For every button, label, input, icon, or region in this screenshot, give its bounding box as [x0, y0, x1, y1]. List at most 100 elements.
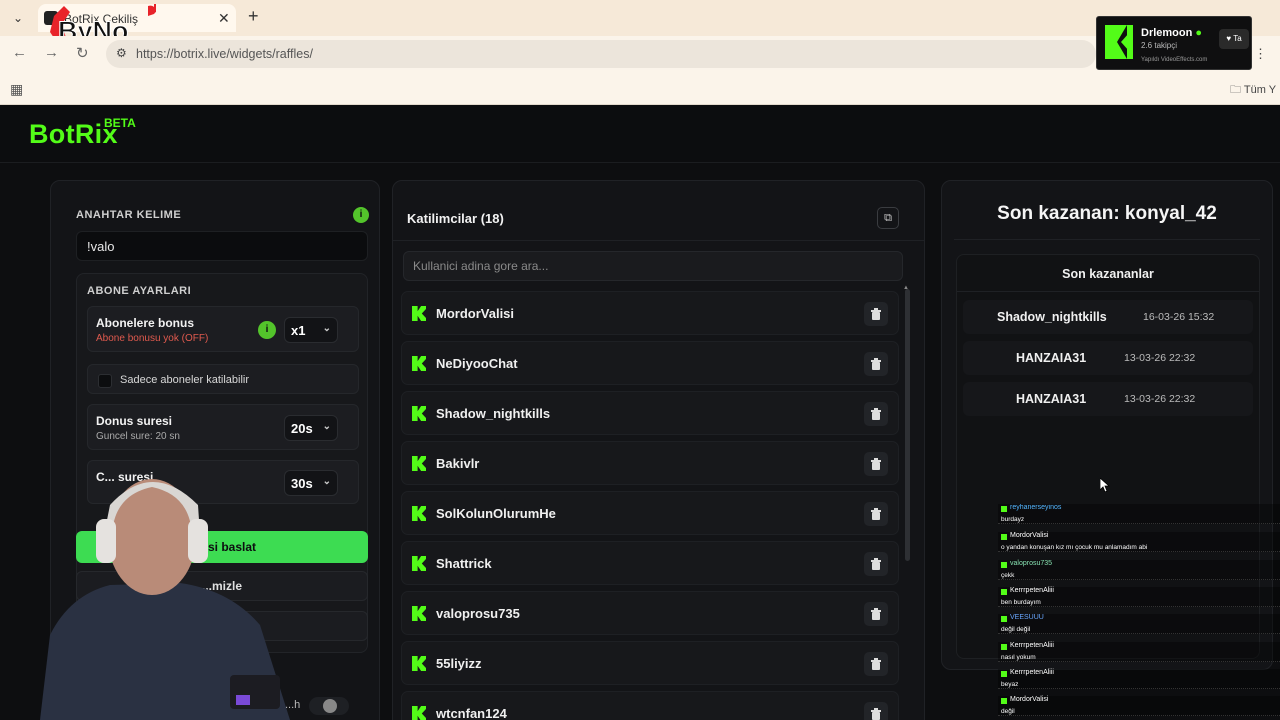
list-item: 55liyizz: [401, 641, 899, 685]
spin-duration-row: Donus suresi Guncel sure: 20 sn 20s ⌄: [87, 404, 359, 450]
spin-duration-title: Donus suresi: [96, 414, 173, 428]
back-icon[interactable]: ←: [12, 44, 27, 61]
keyword-info-icon[interactable]: i: [353, 207, 369, 223]
delete-button[interactable]: [864, 452, 888, 476]
chevron-down-icon: ⌄: [322, 421, 331, 432]
sub-bonus-row: Abonelere bonus Abone bonusu yok (OFF) i…: [87, 306, 359, 352]
participant-name: wtcnfan124: [436, 706, 507, 720]
sub-bonus-info-icon[interactable]: i: [258, 321, 276, 339]
bookmark-folder-label: Tüm Y: [1243, 84, 1277, 96]
kick-logo-icon: [1105, 25, 1133, 59]
winner-date: 13-03-26 22:32: [1124, 352, 1196, 364]
subs-only-row[interactable]: Sadece aboneler katilabilir: [87, 364, 359, 394]
trash-icon: [871, 508, 881, 520]
chat-text: değil değil: [1001, 626, 1031, 633]
winner-name: HANZAIA31: [1016, 392, 1087, 406]
chat-username: KerrrpetenAliii: [998, 587, 1054, 598]
list-item: MordorValisi: [401, 291, 899, 335]
keyword-label: ANAHTAR KELIME: [76, 209, 182, 221]
subs-only-checkbox[interactable]: [98, 374, 112, 388]
kick-icon: [412, 606, 426, 621]
toggle-knob: [323, 699, 337, 713]
participants-title: Katilimcilar (18): [407, 211, 504, 226]
delete-button[interactable]: [864, 502, 888, 526]
kick-icon: [412, 406, 426, 421]
list-item: SolKolunOlurumHe: [401, 491, 899, 535]
apps-grid-icon[interactable]: ▦: [10, 81, 23, 98]
participant-name: 55liyizz: [436, 656, 482, 671]
forward-icon[interactable]: →: [44, 44, 59, 61]
last-winner-title: Son kazanan: konyal_42: [997, 203, 1217, 224]
kick-icon: [412, 506, 426, 521]
winner-row: HANZAIA31 13-03-26 22:32: [963, 382, 1253, 416]
mouse-cursor-icon: [1100, 478, 1110, 492]
tab-close-icon[interactable]: ✕: [218, 10, 230, 27]
site-info-icon[interactable]: ⚙: [116, 46, 127, 60]
trash-icon: [871, 358, 881, 370]
option-toggle[interactable]: [309, 697, 349, 715]
browser-toolbar: ← → ↻ ⚙ https://botrix.live/widgets/raff…: [0, 36, 1280, 72]
kick-icon: [412, 656, 426, 671]
kick-icon: [412, 356, 426, 371]
delete-button[interactable]: [864, 652, 888, 676]
notification-footer: Yapıldı VideoEffects.com: [1141, 57, 1208, 63]
reload-icon[interactable]: ↻: [76, 44, 89, 62]
chat-username: KerrrpetenAliii: [998, 642, 1054, 653]
trash-icon: [871, 308, 881, 320]
trash-icon: [871, 458, 881, 470]
new-tab-icon[interactable]: +: [248, 6, 259, 27]
delete-button[interactable]: [864, 352, 888, 376]
participants-header: Katilimcilar (18) ⧉: [393, 181, 924, 241]
tab-list-dropdown-icon[interactable]: ⌄: [8, 8, 28, 28]
trash-icon: [871, 608, 881, 620]
kick-icon: [412, 556, 426, 571]
divider: [957, 291, 1259, 292]
list-item: NeDiyooChat: [401, 341, 899, 385]
stream-chat-overlay: reyhanerseyinos burdayz MordorValisi o y…: [998, 504, 1280, 720]
list-item: wtcnfan124: [401, 691, 899, 720]
chat-username: MordorValisi: [998, 532, 1048, 543]
delete-button[interactable]: [864, 402, 888, 426]
follow-button[interactable]: ♥ Ta: [1219, 29, 1249, 49]
delete-button[interactable]: [864, 702, 888, 720]
participant-name: NeDiyooChat: [436, 356, 518, 371]
copy-icon[interactable]: ⧉: [877, 207, 899, 229]
chevron-down-icon: ⌄: [322, 476, 331, 487]
address-bar[interactable]: ⚙ https://botrix.live/widgets/raffles/: [106, 40, 1096, 68]
participant-name: Shattrick: [436, 556, 492, 571]
winner-name: Shadow_nightkills: [997, 310, 1107, 324]
kick-icon: [412, 456, 426, 471]
chat-text: ben burdayım: [1001, 599, 1041, 606]
keyword-input[interactable]: !valo: [76, 231, 368, 261]
list-item: Shattrick: [401, 541, 899, 585]
spin-duration-select[interactable]: 20s ⌄: [284, 415, 338, 441]
sub-bonus-select[interactable]: x1 ⌄: [284, 317, 338, 343]
url-text[interactable]: https://botrix.live/widgets/raffles/: [136, 47, 313, 61]
winner-date: 13-03-26 22:32: [1124, 393, 1196, 405]
participants-panel: Katilimcilar (18) ⧉ MordorValisi NeDiyoo…: [392, 180, 925, 720]
kick-icon: [412, 706, 426, 720]
app-header: BotRix BETA: [0, 105, 1280, 163]
trash-icon: [871, 408, 881, 420]
participant-search-input[interactable]: [403, 251, 903, 281]
chat-text: çekk: [1001, 572, 1015, 579]
list-item: valoprosu735: [401, 591, 899, 635]
delete-button[interactable]: [864, 552, 888, 576]
participants-scrollbar[interactable]: [905, 289, 910, 561]
sub-bonus-title: Abonelere bonus: [96, 316, 195, 330]
delete-button[interactable]: [864, 302, 888, 326]
sub-bonus-desc: Abone bonusu yok (OFF): [96, 333, 209, 344]
beta-badge: BETA: [104, 116, 136, 130]
recent-winners-title: Son kazananlar: [1062, 267, 1154, 281]
delete-button[interactable]: [864, 602, 888, 626]
chat-username: reyhanerseyinos: [998, 504, 1061, 515]
chevron-down-icon: ⌄: [322, 323, 331, 334]
extensions-icon[interactable]: ⋮: [1254, 46, 1267, 62]
bookmark-folder[interactable]: 🗀 Tüm Y: [1230, 81, 1276, 100]
subs-only-label: Sadece aboneler katilabilir: [120, 374, 250, 386]
participant-name: Bakivlr: [436, 456, 480, 471]
notification-followers: 2.6 takipçi: [1141, 41, 1178, 50]
chat-text: nasıl yokum: [1001, 654, 1036, 661]
follow-notification: Drlemoon ● 2.6 takipçi Yapıldı VideoEffe…: [1096, 16, 1252, 70]
chat-text: beyaz: [1001, 681, 1019, 688]
